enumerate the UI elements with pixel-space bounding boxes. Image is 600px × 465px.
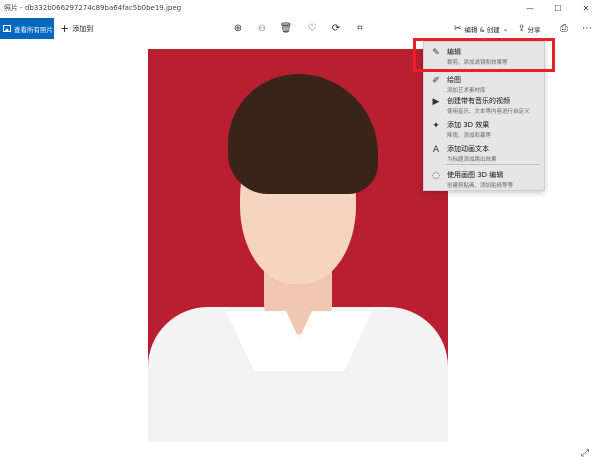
- fullscreen-icon[interactable]: ⤢: [578, 446, 592, 460]
- sparkle-icon: ✦: [432, 121, 440, 131]
- print-icon[interactable]: ⎙: [555, 20, 573, 37]
- zoom-out-icon[interactable]: ⊖: [253, 20, 271, 37]
- maximize-button[interactable]: ☐: [544, 0, 572, 16]
- menu-item-desc: 降雨、添加彩幕等: [447, 133, 492, 139]
- menu-item-title: 创建带有音乐的视频: [447, 97, 510, 105]
- delete-icon[interactable]: 🗑: [277, 20, 295, 37]
- add-to-label: 添加到: [72, 24, 94, 33]
- close-button[interactable]: ✕: [572, 0, 600, 16]
- add-to-button[interactable]: + 添加到: [60, 18, 93, 39]
- edit-create-button[interactable]: ✂ 编辑 & 创建 ⌄: [454, 20, 508, 37]
- pen-icon: ✐: [432, 76, 440, 86]
- crop-icon[interactable]: ⌗: [351, 20, 369, 37]
- photo-hair: [228, 74, 378, 194]
- title-bar: 照片 - db332b066297274c89ba64fac5b0be19.jp…: [0, 0, 600, 16]
- share-label: 分享: [527, 25, 541, 34]
- menu-item-title: 添加 3D 效果: [447, 121, 490, 129]
- menu-item-create-video[interactable]: ▶ 创建带有音乐的视频 使用音乐、文本等内容进行自定义: [424, 93, 546, 119]
- menu-item-title: 绘图: [447, 76, 461, 84]
- window-title: 照片 - db332b066297274c89ba64fac5b0be19.jp…: [4, 4, 182, 12]
- menu-item-desc: 使用音乐、文本等内容进行自定义: [447, 109, 530, 115]
- zoom-in-icon[interactable]: ⊕: [229, 20, 247, 37]
- view-all-photos-button[interactable]: 查看所有照片: [0, 18, 54, 39]
- chevron-down-icon: ⌄: [502, 24, 509, 33]
- rotate-icon[interactable]: ⟳: [327, 20, 345, 37]
- share-icon: ⇪: [518, 23, 526, 34]
- edit-create-icon: ✂: [454, 23, 462, 34]
- menu-item-desc: 创建剪贴画、添加贴纸等等: [447, 183, 514, 189]
- minimize-button[interactable]: —: [516, 0, 544, 16]
- plus-icon: +: [60, 22, 70, 35]
- video-icon: ▶: [432, 97, 440, 107]
- share-button[interactable]: ⇪ 分享: [518, 20, 541, 37]
- text-icon: A: [432, 145, 440, 155]
- paint-3d-icon: ◌: [432, 171, 440, 181]
- menu-item-3d-effects[interactable]: ✦ 添加 3D 效果 降雨、添加彩幕等: [424, 117, 546, 143]
- photo-viewer-image[interactable]: [148, 49, 448, 442]
- more-icon[interactable]: ⋯: [578, 20, 596, 37]
- menu-item-title: 添加动画文本: [447, 145, 489, 153]
- menu-divider: [446, 164, 540, 165]
- highlight-box: [413, 38, 555, 72]
- menu-item-title: 使用画图 3D 编辑: [447, 171, 504, 179]
- menu-item-paint-3d[interactable]: ◌ 使用画图 3D 编辑 创建剪贴画、添加贴纸等等: [424, 167, 546, 193]
- favorite-icon[interactable]: ♡: [303, 20, 321, 37]
- view-all-photos-label: 查看所有照片: [14, 25, 53, 34]
- menu-item-desc: 为标题添加跳出效果: [447, 157, 497, 163]
- photo-icon: [3, 25, 11, 32]
- edit-create-label: 编辑 & 创建: [464, 25, 500, 34]
